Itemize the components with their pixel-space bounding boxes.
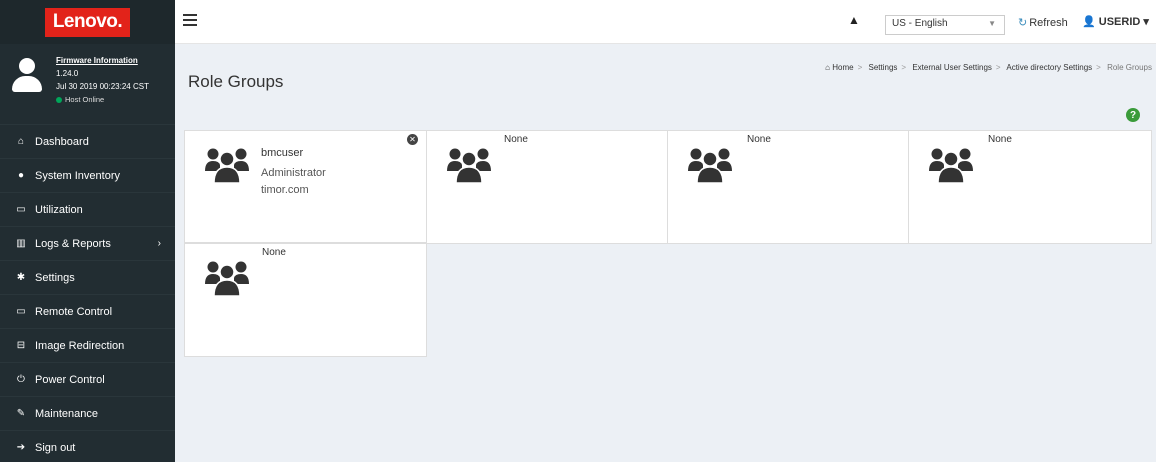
refresh-icon: ↻ bbox=[1018, 17, 1028, 29]
group-name: bmcuser bbox=[261, 147, 304, 159]
breadcrumb-active-directory-settings[interactable]: Active directory Settings bbox=[1006, 63, 1092, 72]
sidebar-item-sign-out[interactable]: ➔ Sign out bbox=[0, 430, 175, 462]
main-content: ⌂ Home > Settings > External User Settings… bbox=[175, 44, 1156, 462]
group-name: None bbox=[504, 134, 528, 145]
wrench-icon: ✎ bbox=[16, 408, 26, 419]
language-select[interactable]: US - English ▼ bbox=[885, 15, 1005, 35]
role-group-card[interactable]: None bbox=[184, 243, 427, 357]
users-group-icon bbox=[205, 261, 249, 297]
breadcrumb: ⌂ Home > Settings > External User Settings… bbox=[825, 63, 1152, 72]
user-menu-label: USERID bbox=[1098, 16, 1141, 28]
caret-down-icon: ▾ bbox=[1143, 16, 1149, 28]
sidebar-item-label: Dashboard bbox=[35, 135, 89, 148]
caret-down-icon: ▼ bbox=[988, 19, 996, 28]
warning-icon[interactable]: ▲ bbox=[848, 13, 860, 27]
sidebar-item-dashboard[interactable]: ⌂ Dashboard bbox=[0, 124, 175, 158]
sidebar-item-label: Power Control bbox=[35, 373, 105, 386]
sidebar-nav: ⌂ Dashboard ● System Inventory ▭ Utiliza… bbox=[0, 124, 175, 462]
users-group-icon bbox=[929, 148, 973, 184]
group-role: Administrator bbox=[261, 167, 326, 179]
drive-icon: ⊟ bbox=[16, 340, 26, 351]
user-icon: 👤 bbox=[1082, 16, 1096, 28]
group-domain: timor.com bbox=[261, 184, 309, 196]
refresh-button[interactable]: ↻ Refresh bbox=[1018, 16, 1068, 29]
users-group-icon bbox=[688, 148, 732, 184]
home-icon: ⌂ bbox=[825, 63, 831, 72]
role-group-card[interactable]: bmcuser Administrator timor.com ✕ bbox=[184, 130, 427, 243]
host-status: Host Online bbox=[56, 93, 149, 106]
sidebar-item-label: Settings bbox=[35, 271, 75, 284]
sidebar-item-label: Maintenance bbox=[35, 407, 98, 420]
sidebar-item-label: Utilization bbox=[35, 203, 83, 216]
sidebar-item-utilization[interactable]: ▭ Utilization bbox=[0, 192, 175, 226]
sidebar-item-remote-control[interactable]: ▭ Remote Control bbox=[0, 294, 175, 328]
firmware-info: Firmware Information 1.24.0 Jul 30 2019 … bbox=[56, 54, 149, 106]
users-group-icon bbox=[447, 148, 491, 184]
host-status-label: Host Online bbox=[65, 95, 105, 104]
refresh-label: Refresh bbox=[1029, 17, 1068, 29]
laptop-icon: ▭ bbox=[16, 204, 26, 215]
role-group-card[interactable]: None bbox=[426, 130, 668, 244]
bar-chart-icon: ▥ bbox=[16, 238, 26, 249]
group-name: None bbox=[747, 134, 771, 145]
firmware-version: 1.24.0 bbox=[56, 69, 79, 78]
role-group-card[interactable]: None bbox=[908, 130, 1152, 244]
top-navbar: ▲ US - English ▼ ↻ Refresh 👤 USERID ▾ bbox=[175, 0, 1156, 44]
firmware-date: Jul 30 2019 00:23:24 CST bbox=[56, 82, 149, 91]
role-group-card[interactable]: None bbox=[667, 130, 909, 244]
firmware-information-link[interactable]: Firmware Information bbox=[56, 54, 149, 67]
logo-area: Lenovo. bbox=[0, 0, 175, 44]
user-avatar-icon bbox=[10, 58, 44, 94]
menu-toggle-icon[interactable] bbox=[183, 14, 197, 26]
breadcrumb-current: Role Groups bbox=[1107, 63, 1152, 72]
users-group-icon bbox=[205, 148, 249, 184]
info-icon: ● bbox=[17, 170, 25, 181]
sidebar-item-system-inventory[interactable]: ● System Inventory bbox=[0, 158, 175, 192]
breadcrumb-external-user-settings[interactable]: External User Settings bbox=[912, 63, 992, 72]
gear-icon: ✱ bbox=[16, 272, 26, 283]
sidebar-item-label: Remote Control bbox=[35, 305, 113, 318]
group-name: None bbox=[262, 247, 286, 258]
firmware-panel: Firmware Information 1.24.0 Jul 30 2019 … bbox=[0, 44, 175, 124]
power-icon: ⏻ bbox=[17, 374, 25, 385]
sidebar: Lenovo. Firmware Information 1.24.0 Jul … bbox=[0, 0, 175, 462]
sidebar-item-logs-reports[interactable]: ▥ Logs & Reports › bbox=[0, 226, 175, 260]
sign-out-icon: ➔ bbox=[16, 442, 26, 453]
home-icon: ⌂ bbox=[17, 136, 25, 147]
lenovo-logo[interactable]: Lenovo. bbox=[44, 7, 131, 37]
chevron-right-icon: › bbox=[157, 238, 161, 249]
group-name: None bbox=[988, 134, 1012, 145]
language-select-value: US - English bbox=[892, 18, 948, 29]
sidebar-item-label: Sign out bbox=[35, 441, 76, 454]
breadcrumb-settings[interactable]: Settings bbox=[869, 63, 898, 72]
help-icon[interactable]: ? bbox=[1126, 108, 1140, 122]
sidebar-item-label: System Inventory bbox=[35, 169, 120, 182]
delete-icon[interactable]: ✕ bbox=[407, 134, 418, 145]
sidebar-item-label: Logs & Reports bbox=[35, 237, 111, 250]
sidebar-item-settings[interactable]: ✱ Settings bbox=[0, 260, 175, 294]
monitor-icon: ▭ bbox=[16, 306, 26, 317]
page-title: Role Groups bbox=[188, 72, 284, 91]
breadcrumb-home[interactable]: Home bbox=[832, 63, 853, 72]
status-dot-icon bbox=[56, 96, 62, 103]
user-menu[interactable]: 👤 USERID ▾ bbox=[1082, 15, 1149, 28]
sidebar-item-power-control[interactable]: ⏻ Power Control bbox=[0, 362, 175, 396]
sidebar-item-maintenance[interactable]: ✎ Maintenance bbox=[0, 396, 175, 430]
sidebar-item-label: Image Redirection bbox=[35, 339, 125, 352]
sidebar-item-image-redirection[interactable]: ⊟ Image Redirection bbox=[0, 328, 175, 362]
